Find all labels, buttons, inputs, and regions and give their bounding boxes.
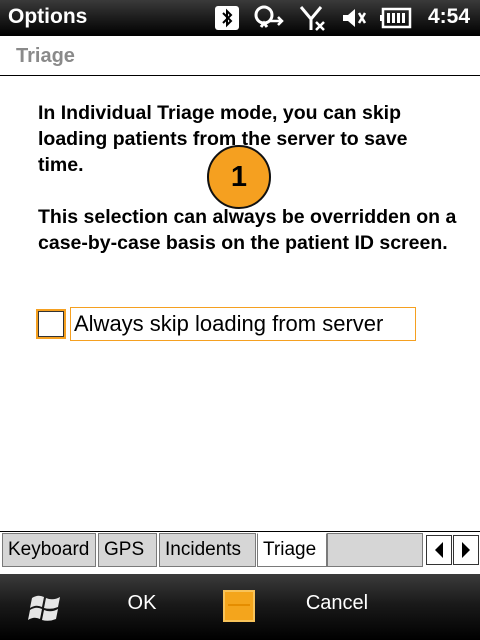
divider: [0, 567, 480, 574]
window-title: Options: [8, 5, 88, 28]
tab-strip-filler: [327, 533, 423, 567]
ok-button[interactable]: OK: [112, 592, 172, 615]
tab-scroll-right-button[interactable]: [453, 535, 479, 565]
tab-gps[interactable]: GPS: [98, 533, 157, 567]
signal-off-icon[interactable]: [298, 4, 340, 32]
page-header: Triage: [0, 36, 480, 76]
battery-icon[interactable]: [380, 7, 424, 29]
chevron-left-icon: [435, 542, 443, 558]
info-paragraph-override: This selection can always be overridden …: [38, 206, 457, 254]
bluetooth-icon[interactable]: [214, 5, 252, 31]
data-connection-icon[interactable]: [252, 4, 298, 32]
cancel-button[interactable]: Cancel: [296, 592, 378, 615]
start-button[interactable]: [26, 588, 66, 628]
chevron-right-icon: [462, 542, 470, 558]
tab-incidents[interactable]: Incidents: [159, 533, 256, 567]
skip-loading-checkbox[interactable]: [36, 309, 66, 339]
volume-mute-icon[interactable]: [340, 4, 380, 32]
title-bar: Options 4:54: [0, 0, 480, 36]
tab-scroll-left-button[interactable]: [426, 535, 452, 565]
annotation-badge: 1: [207, 145, 271, 209]
keyboard-icon[interactable]: [223, 590, 255, 622]
skip-loading-label[interactable]: Always skip loading from server: [70, 307, 416, 341]
page-title: Triage: [16, 45, 75, 67]
status-icons: [214, 4, 424, 32]
tab-keyboard[interactable]: Keyboard: [2, 533, 96, 567]
softkey-bar: OK Cancel: [0, 574, 480, 640]
windows-logo-icon: [28, 595, 60, 621]
tab-triage[interactable]: Triage: [257, 533, 327, 567]
clock[interactable]: 4:54: [428, 5, 470, 29]
tab-bar: Keyboard GPS Incidents Triage: [0, 531, 480, 567]
